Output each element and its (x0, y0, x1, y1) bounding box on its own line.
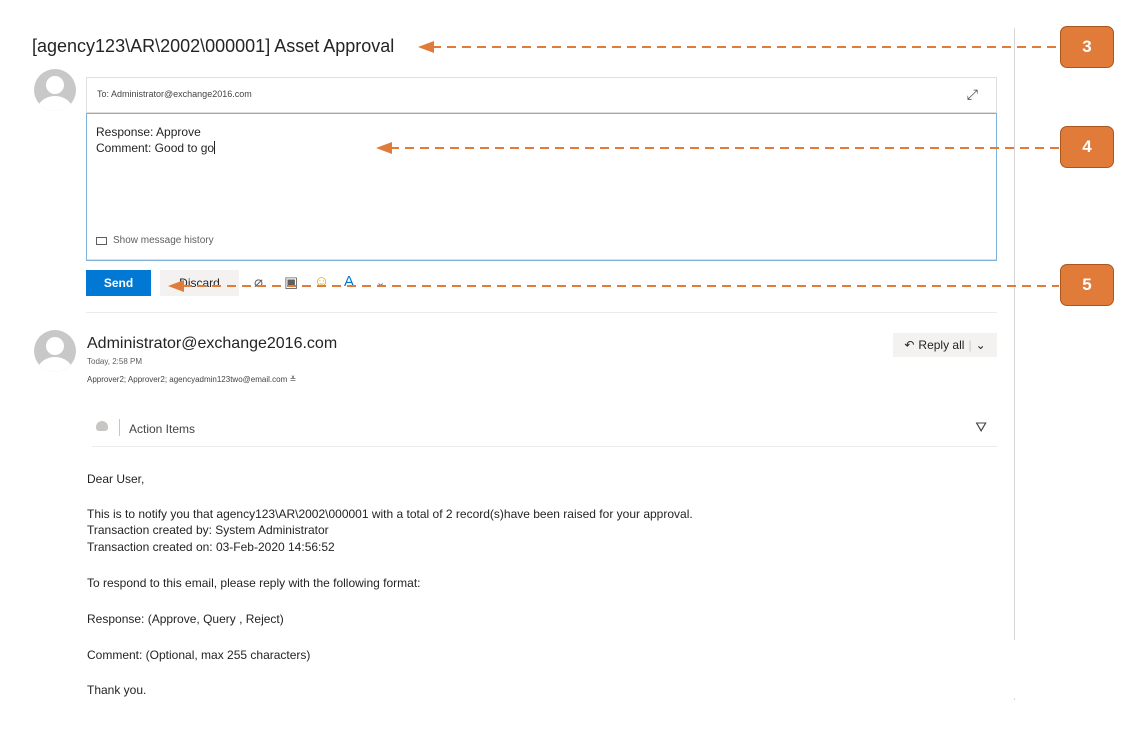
arrow-head-3 (418, 41, 434, 53)
annotation-badge-4: 4 (1060, 126, 1114, 168)
annotation-badge-3: 3 (1060, 26, 1114, 68)
annotation-badge-5: 5 (1060, 264, 1114, 306)
arrow-head-5 (168, 280, 184, 292)
annotation-arrows (168, 41, 1059, 292)
arrow-head-4 (376, 142, 392, 154)
